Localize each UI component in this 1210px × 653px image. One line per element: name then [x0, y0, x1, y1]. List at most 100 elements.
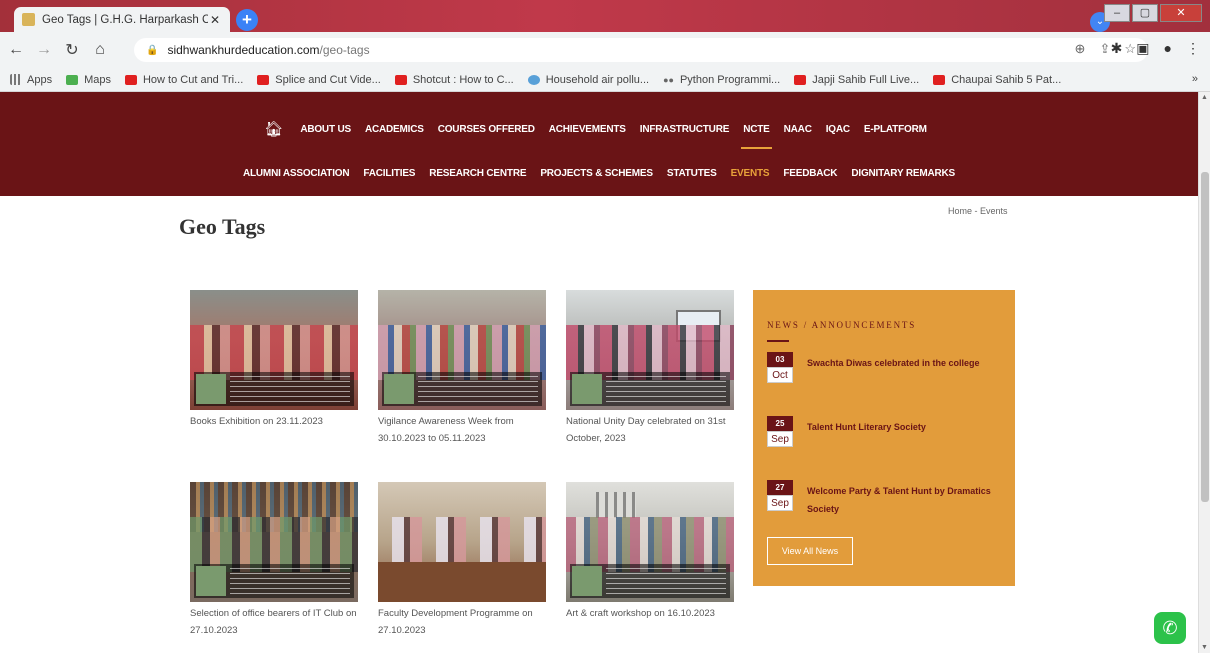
lock-icon[interactable]: 🔒	[146, 45, 158, 56]
bookmark-item[interactable]: Household air pollu...	[527, 74, 649, 86]
un-icon	[527, 74, 540, 85]
home-icon[interactable]: ⌂	[88, 41, 112, 59]
nav-dignitary-remarks[interactable]: DIGNITARY REMARKS	[851, 168, 955, 179]
breadcrumb-separator: -	[974, 206, 978, 216]
geotag-overlay	[570, 372, 730, 406]
event-caption[interactable]: Art & craft workshop on 16.10.2023	[566, 605, 734, 622]
event-caption[interactable]: Vigilance Awareness Week from 30.10.2023…	[378, 413, 546, 447]
news-announcements-panel: NEWS / ANNOUNCEMENTS 03 Oct Swachta Diwa…	[753, 290, 1015, 586]
nav-feedback[interactable]: FEEDBACK	[783, 168, 837, 179]
bookmarks-overflow-icon[interactable]: »	[1192, 73, 1198, 85]
news-link[interactable]: Swachta Diwas celebrated in the college	[807, 354, 1007, 372]
bookmark-maps[interactable]: Maps	[66, 74, 111, 86]
geotag-overlay	[382, 372, 542, 406]
nav-infrastructure[interactable]: INFRASTRUCTURE	[640, 124, 730, 135]
nav-iqac[interactable]: IQAC	[826, 124, 850, 135]
gallery-card[interactable]: Art & craft workshop on 16.10.2023	[566, 482, 734, 622]
nav-naac[interactable]: NAAC	[784, 124, 812, 135]
youtube-icon	[394, 74, 407, 85]
breadcrumb-home-link[interactable]: Home	[948, 206, 972, 216]
scroll-up-icon[interactable]: ▲	[1201, 94, 1208, 101]
nav-about-us[interactable]: ABOUT US	[300, 124, 351, 135]
event-photo[interactable]	[190, 290, 358, 410]
nav-events[interactable]: EVENTS	[731, 168, 770, 179]
gallery-card[interactable]: Books Exhibition on 23.11.2023	[190, 290, 358, 430]
youtube-icon	[257, 74, 270, 85]
bookmark-item[interactable]: Shotcut : How to C...	[394, 74, 514, 86]
extensions-icon[interactable]: ✱	[1111, 40, 1123, 57]
news-month: Oct	[767, 367, 793, 383]
geotag-overlay	[570, 564, 730, 598]
gallery-card[interactable]: Faculty Development Programme on 27.10.2…	[378, 482, 546, 639]
share-icon[interactable]: ⇪	[1099, 41, 1110, 57]
nav-facilities[interactable]: FACILITIES	[363, 168, 415, 179]
url-host: sidhwankhurdeducation.com	[167, 43, 320, 57]
bookmark-label: Apps	[27, 73, 53, 86]
nav-academics[interactable]: ACADEMICS	[365, 124, 424, 135]
window-controls: – ▢ ✕	[1104, 4, 1202, 22]
sidepanel-icon[interactable]: ▣	[1136, 40, 1149, 57]
event-photo[interactable]	[378, 290, 546, 410]
window-close-button[interactable]: ✕	[1160, 4, 1202, 22]
gallery-card[interactable]: Vigilance Awareness Week from 30.10.2023…	[378, 290, 546, 447]
event-caption[interactable]: Selection of office bearers of IT Club o…	[190, 605, 358, 639]
event-photo[interactable]	[566, 482, 734, 602]
news-day: 25	[767, 416, 793, 431]
event-caption[interactable]: Faculty Development Programme on 27.10.2…	[378, 605, 546, 639]
news-heading: NEWS / ANNOUNCEMENTS	[767, 320, 917, 330]
profile-icon[interactable]: ●	[1164, 40, 1172, 57]
news-link[interactable]: Talent Hunt Literary Society	[807, 418, 1007, 436]
scroll-down-icon[interactable]: ▼	[1201, 644, 1208, 651]
bookmark-label: Maps	[84, 73, 111, 86]
nav-ncte[interactable]: NCTE	[741, 124, 773, 149]
event-photo[interactable]	[190, 482, 358, 602]
reload-icon[interactable]: ↻	[60, 40, 84, 60]
bookmark-item[interactable]: Chaupai Sahib 5 Pat...	[933, 74, 1061, 86]
bookmark-item[interactable]: How to Cut and Tri...	[124, 74, 243, 86]
browser-tab[interactable]: Geo Tags | G.H.G. Harparkash Co ✕	[14, 7, 230, 32]
nav-courses-offered[interactable]: COURSES OFFERED	[438, 124, 535, 135]
nav-achievements[interactable]: ACHIEVEMENTS	[549, 124, 626, 135]
nav-e-platform[interactable]: E-PLATFORM	[864, 124, 927, 135]
bookmark-label: Splice and Cut Vide...	[275, 73, 381, 86]
whatsapp-chat-icon[interactable]: ✆	[1154, 612, 1186, 644]
apps-grid-icon	[10, 74, 21, 85]
gallery-card[interactable]: National Unity Day celebrated on 31st Oc…	[566, 290, 734, 447]
event-photo[interactable]	[378, 482, 546, 602]
minimize-button[interactable]: –	[1104, 4, 1130, 22]
maximize-button[interactable]: ▢	[1132, 4, 1158, 22]
news-day: 03	[767, 352, 793, 367]
news-link[interactable]: Welcome Party & Talent Hunt by Dramatics…	[807, 482, 1007, 518]
nav-row-primary: 🏠︎ ABOUT US ACADEMICS COURSES OFFERED AC…	[0, 120, 1198, 149]
bookmark-label: Python Programmi...	[679, 73, 781, 86]
bookmark-apps[interactable]: Apps	[10, 74, 52, 86]
tab-close-icon[interactable]: ✕	[208, 13, 222, 27]
bookmark-item[interactable]: Splice and Cut Vide...	[257, 74, 381, 86]
nav-statutes[interactable]: STATUTES	[667, 168, 717, 179]
bookmark-item[interactable]: Japji Sahib Full Live...	[794, 74, 919, 86]
event-photo[interactable]	[566, 290, 734, 410]
event-caption[interactable]: National Unity Day celebrated on 31st Oc…	[566, 413, 734, 447]
zoom-icon[interactable]: ⊕	[1075, 41, 1086, 57]
address-bar[interactable]: 🔒 sidhwankhurdeducation.com/geo-tags ⊕ ⇪…	[134, 38, 1148, 62]
forward-arrow-icon[interactable]: →	[32, 41, 56, 59]
event-caption[interactable]: Books Exhibition on 23.11.2023	[190, 413, 358, 430]
menu-kebab-icon[interactable]: ⋮	[1186, 40, 1200, 57]
news-divider	[767, 340, 789, 342]
news-date: 03 Oct	[767, 352, 793, 383]
new-tab-button[interactable]: +	[236, 9, 258, 31]
youtube-icon	[933, 74, 946, 85]
nav-alumni-association[interactable]: ALUMNI ASSOCIATION	[243, 168, 350, 179]
page-scrollbar[interactable]: ▲ ▼	[1198, 92, 1210, 653]
nav-research-centre[interactable]: RESEARCH CENTRE	[429, 168, 526, 179]
view-all-news-button[interactable]: View All News	[767, 537, 853, 565]
scrollbar-thumb[interactable]	[1201, 172, 1209, 502]
site-home-icon[interactable]: 🏠︎	[264, 120, 283, 138]
favicon-icon	[22, 13, 35, 26]
maps-icon	[66, 74, 79, 85]
bookmark-item[interactable]: ●● Python Programmi...	[663, 74, 780, 86]
nav-projects-schemes[interactable]: PROJECTS & SCHEMES	[540, 168, 653, 179]
gallery-card[interactable]: Selection of office bearers of IT Club o…	[190, 482, 358, 639]
bookmarks-bar: Apps Maps How to Cut and Tri... Splice a…	[0, 68, 1210, 92]
back-arrow-icon[interactable]: ←	[4, 41, 28, 59]
